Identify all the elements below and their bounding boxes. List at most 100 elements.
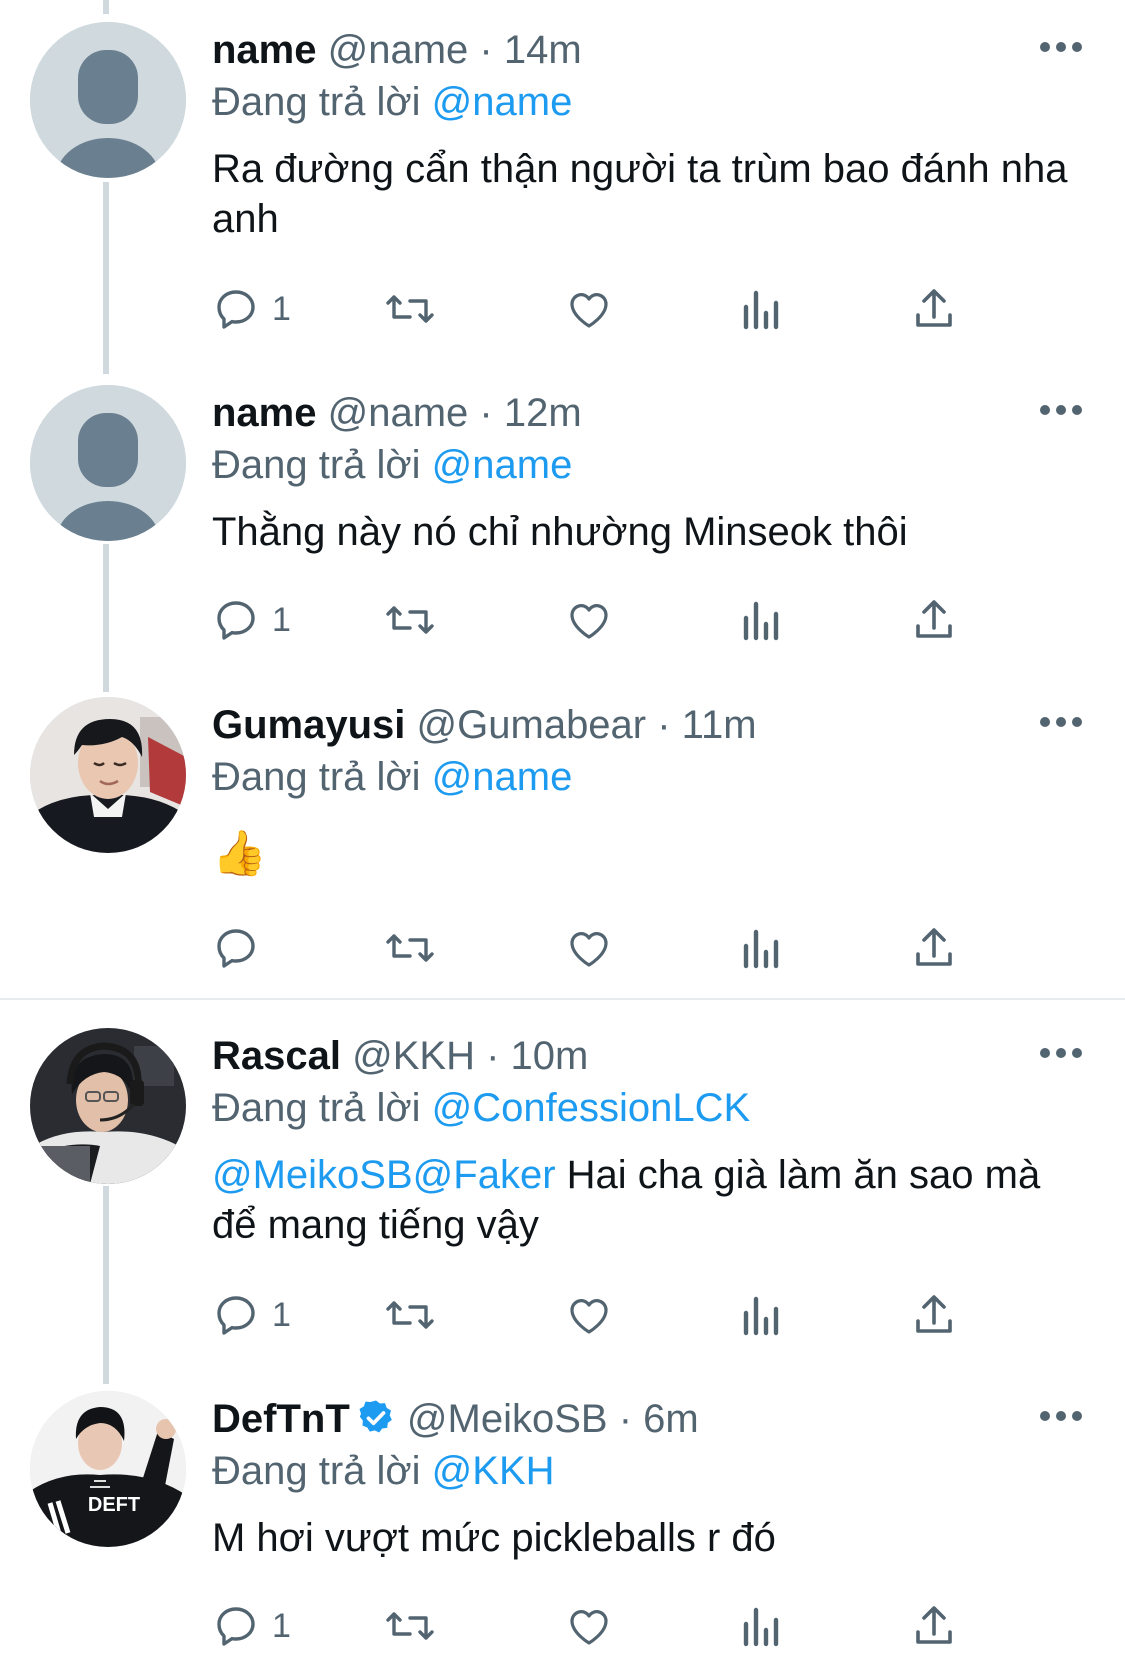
avatar-jersey-text: DEFT xyxy=(88,1494,140,1516)
action-bar: 1 xyxy=(210,595,1010,645)
tweet[interactable]: DEFT DefTnT @MeikoSB · 6m Đang trả lời @… xyxy=(0,1391,1125,1664)
avatar[interactable] xyxy=(30,1028,186,1184)
reply-button[interactable]: 1 xyxy=(212,1601,291,1651)
more-options-button[interactable] xyxy=(1040,40,1082,54)
replying-to-label: Đang trả lời xyxy=(212,80,421,124)
default-avatar-icon xyxy=(30,385,186,541)
views-button[interactable] xyxy=(740,284,784,334)
handle[interactable]: @name xyxy=(328,391,469,435)
display-name[interactable]: name xyxy=(212,391,317,435)
replying-to: Đang trả lời @name xyxy=(212,753,572,801)
reply-button[interactable]: 1 xyxy=(212,595,291,645)
replying-to: Đang trả lời @ConfessionLCK xyxy=(212,1084,750,1132)
views-button[interactable] xyxy=(740,923,784,973)
retweet-icon xyxy=(386,1612,434,1640)
timestamp[interactable]: · 14m xyxy=(479,28,581,72)
heart-icon xyxy=(570,604,608,639)
like-button[interactable] xyxy=(564,923,614,973)
retweet-button[interactable] xyxy=(382,284,438,334)
tweet-header: Gumayusi @Gumabear · 11m xyxy=(212,701,757,749)
retweet-button[interactable] xyxy=(382,1290,438,1340)
retweet-button[interactable] xyxy=(382,1601,438,1651)
bar-chart-icon xyxy=(743,601,779,641)
heart-icon xyxy=(570,1299,608,1334)
display-name[interactable]: DefTnT xyxy=(212,1397,350,1441)
more-options-button[interactable] xyxy=(1040,1409,1082,1423)
avatar[interactable] xyxy=(30,385,186,541)
tweet-header: name @name · 12m xyxy=(212,389,582,437)
handle[interactable]: @KKH xyxy=(352,1034,475,1078)
tweet-header: Rascal @KKH · 10m xyxy=(212,1032,588,1080)
retweet-icon xyxy=(386,295,434,323)
heart-icon xyxy=(570,1610,608,1645)
retweet-button[interactable] xyxy=(382,923,438,973)
replying-to: Đang trả lời @name xyxy=(212,441,572,489)
reply-count: 1 xyxy=(272,289,291,328)
more-options-button[interactable] xyxy=(1040,1046,1082,1060)
speech-bubble-icon xyxy=(217,929,255,968)
avatar[interactable]: DEFT xyxy=(30,1391,186,1547)
like-button[interactable] xyxy=(564,595,614,645)
avatar[interactable] xyxy=(30,697,186,853)
replying-to-label: Đang trả lời xyxy=(212,443,421,487)
replying-to-label: Đang trả lời xyxy=(212,1086,421,1130)
share-button[interactable] xyxy=(910,1290,958,1340)
mention-link[interactable]: @name xyxy=(432,755,573,799)
user-photo-avatar xyxy=(30,1028,186,1184)
thread-divider xyxy=(0,998,1125,1000)
display-name[interactable]: name xyxy=(212,28,317,72)
share-button[interactable] xyxy=(910,1601,958,1651)
mention-link[interactable]: @ConfessionLCK xyxy=(432,1086,751,1130)
display-name[interactable]: Gumayusi xyxy=(212,703,405,747)
timestamp[interactable]: · 10m xyxy=(486,1034,588,1078)
share-button[interactable] xyxy=(910,923,958,973)
reply-button[interactable]: 1 xyxy=(212,284,291,334)
bar-chart-icon xyxy=(743,1607,779,1647)
views-button[interactable] xyxy=(740,595,784,645)
tweet-header: DefTnT @MeikoSB · 6m xyxy=(212,1395,699,1449)
like-button[interactable] xyxy=(564,1290,614,1340)
display-name[interactable]: Rascal xyxy=(212,1034,341,1078)
tweet[interactable]: Rascal @KKH · 10m Đang trả lời @Confessi… xyxy=(0,1028,1125,1348)
reply-button[interactable] xyxy=(212,923,260,973)
share-button[interactable] xyxy=(910,595,958,645)
thread-line xyxy=(103,0,109,14)
views-button[interactable] xyxy=(740,1601,784,1651)
tweet[interactable]: Gumayusi @Gumabear · 11m Đang trả lời @n… xyxy=(0,697,1125,987)
share-upload-icon xyxy=(916,928,952,966)
more-options-button[interactable] xyxy=(1040,715,1082,729)
handle[interactable]: @MeikoSB xyxy=(407,1397,608,1441)
avatar[interactable] xyxy=(30,22,186,178)
default-avatar-icon xyxy=(30,22,186,178)
views-button[interactable] xyxy=(740,1290,784,1340)
reply-button[interactable]: 1 xyxy=(212,1290,291,1340)
bar-chart-icon xyxy=(743,929,779,969)
reply-count: 1 xyxy=(272,1606,291,1645)
user-photo-avatar: DEFT xyxy=(30,1391,186,1547)
handle[interactable]: @Gumabear xyxy=(417,703,647,747)
speech-bubble-icon xyxy=(217,290,255,329)
timestamp[interactable]: · 11m xyxy=(657,703,756,747)
timestamp[interactable]: · 12m xyxy=(479,391,581,435)
speech-bubble-icon xyxy=(217,601,255,640)
bar-chart-icon xyxy=(743,1296,779,1336)
retweet-icon xyxy=(386,1301,434,1329)
mention-link[interactable]: @name xyxy=(432,443,573,487)
thumbs-up-emoji: 👍 xyxy=(212,829,267,878)
timestamp[interactable]: · 6m xyxy=(619,1397,699,1441)
like-button[interactable] xyxy=(564,1601,614,1651)
handle[interactable]: @name xyxy=(328,28,469,72)
share-upload-icon xyxy=(916,600,952,638)
retweet-button[interactable] xyxy=(382,595,438,645)
tweet[interactable]: name @name · 14m Đang trả lời @name Ra đ… xyxy=(0,22,1125,342)
tweet[interactable]: name @name · 12m Đang trả lời @name Thằn… xyxy=(0,385,1125,665)
reply-count: 1 xyxy=(272,600,291,639)
speech-bubble-icon xyxy=(217,1607,255,1646)
more-options-button[interactable] xyxy=(1040,403,1082,417)
mention-link[interactable]: @KKH xyxy=(432,1449,555,1493)
like-button[interactable] xyxy=(564,284,614,334)
share-button[interactable] xyxy=(910,284,958,334)
mention-link[interactable]: @name xyxy=(432,80,573,124)
share-upload-icon xyxy=(916,1295,952,1333)
mention-link[interactable]: @MeikoSB@Faker xyxy=(212,1153,556,1197)
